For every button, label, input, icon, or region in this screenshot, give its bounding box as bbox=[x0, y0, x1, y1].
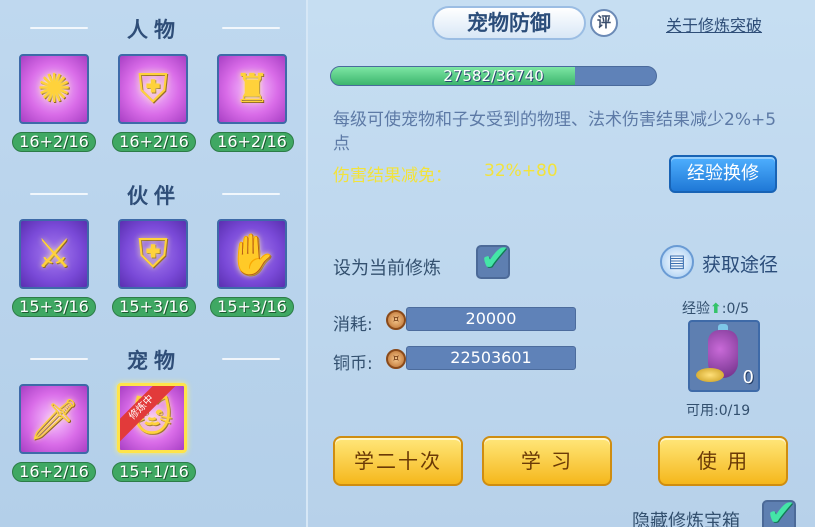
checkmark-icon: ✔ bbox=[480, 238, 511, 279]
evaluate-badge[interactable]: 评 bbox=[590, 9, 618, 37]
exp-item-label: 经验⬆:0/5 bbox=[682, 298, 749, 318]
effect-description: 每级可使宠物和子女受到的物理、法术伤害结果减少2%+5点 bbox=[333, 110, 777, 154]
body-armor-icon: ♜ bbox=[234, 66, 270, 112]
copper-value: 22503601 bbox=[406, 346, 576, 370]
slot-character-3[interactable]: ♜ bbox=[217, 54, 287, 124]
exp-label-text: 经验 bbox=[682, 301, 710, 317]
sword-beast-icon: ⚔ bbox=[36, 231, 72, 277]
slot-character-2[interactable]: ⛨ bbox=[118, 54, 188, 124]
slot-level: 16+2/16 bbox=[12, 462, 96, 482]
armor-icon: ⛨ bbox=[138, 66, 168, 112]
slot-character-1[interactable]: ✺ bbox=[19, 54, 89, 124]
slot-partner-1[interactable]: ⚔ bbox=[19, 219, 89, 289]
set-current-checkbox[interactable]: ✔ bbox=[476, 241, 510, 279]
about-breakthrough-link[interactable]: 关于修炼突破 bbox=[666, 12, 762, 36]
slot-level: 15+1/16 bbox=[112, 462, 196, 482]
cost-value: 20000 bbox=[406, 307, 576, 331]
exp-item-slot[interactable]: 0 bbox=[688, 320, 760, 392]
item-quantity: 0 bbox=[742, 367, 754, 388]
set-current-label: 设为当前修炼 bbox=[333, 258, 441, 279]
sword-pet-icon: 🗡 bbox=[28, 396, 80, 443]
cost-label: 消耗: bbox=[333, 315, 373, 335]
exp-progress-text: 27582/36740 bbox=[443, 67, 544, 85]
title-decoration bbox=[222, 193, 280, 195]
slot-partner-2[interactable]: ⛨ bbox=[118, 219, 188, 289]
hide-chest-label: 隐藏修炼宝箱 bbox=[632, 511, 740, 527]
slot-partner-3[interactable]: ✋ bbox=[217, 219, 287, 289]
slot-level: 15+3/16 bbox=[12, 297, 96, 317]
source-book-icon[interactable]: ▤ bbox=[660, 245, 694, 279]
coins-pile-icon bbox=[696, 368, 724, 382]
learn-button[interactable]: 学 习 bbox=[482, 436, 612, 486]
checkmark-icon: ✔ bbox=[766, 493, 797, 527]
coin-icon: ¤ bbox=[386, 310, 406, 330]
use-button[interactable]: 使 用 bbox=[658, 436, 788, 486]
section-title-partner: 伙伴 bbox=[127, 184, 181, 208]
shield-beast-icon: ⛨ bbox=[138, 231, 168, 277]
learn-twenty-button[interactable]: 学二十次 bbox=[333, 436, 463, 486]
section-title-pet: 宠物 bbox=[127, 349, 181, 373]
exp-progress-bar: 27582/36740 bbox=[330, 66, 657, 86]
coin-icon: ¤ bbox=[386, 349, 406, 369]
slot-level: 15+3/16 bbox=[210, 297, 294, 317]
cultivation-category-column: 人物 ✺ 16+2/16 ⛨ 16+2/16 ♜ 16+2/16 伙伴 ⚔ 15… bbox=[0, 0, 308, 527]
exchange-exp-button[interactable]: 经验换修 bbox=[669, 155, 777, 193]
page-title: 宠物防御 bbox=[432, 6, 586, 40]
reduction-label: 伤害结果减免： bbox=[333, 166, 452, 186]
available-count: 可用:0/19 bbox=[686, 403, 751, 419]
source-label[interactable]: 获取途径 bbox=[702, 250, 778, 277]
flame-armor-icon: ✺ bbox=[37, 66, 71, 112]
claw-beast-icon: ✋ bbox=[227, 231, 277, 278]
slot-level: 16+2/16 bbox=[210, 132, 294, 152]
slot-pet-1[interactable]: 🗡 bbox=[19, 384, 89, 454]
section-title-character: 人物 bbox=[127, 18, 181, 42]
reduction-value: 32%+80 bbox=[484, 161, 558, 181]
slot-level: 16+2/16 bbox=[12, 132, 96, 152]
title-decoration bbox=[222, 358, 280, 360]
exp-count: :0/5 bbox=[721, 301, 749, 317]
title-decoration bbox=[222, 27, 280, 29]
slot-pet-2[interactable]: 🐱 修炼中 bbox=[117, 383, 187, 453]
slot-level: 16+2/16 bbox=[112, 132, 196, 152]
up-arrow-icon: ⬆ bbox=[710, 301, 722, 317]
copper-label: 铜币: bbox=[333, 354, 373, 374]
hide-chest-checkbox[interactable]: ✔ bbox=[762, 496, 796, 527]
slot-level: 15+3/16 bbox=[112, 297, 196, 317]
